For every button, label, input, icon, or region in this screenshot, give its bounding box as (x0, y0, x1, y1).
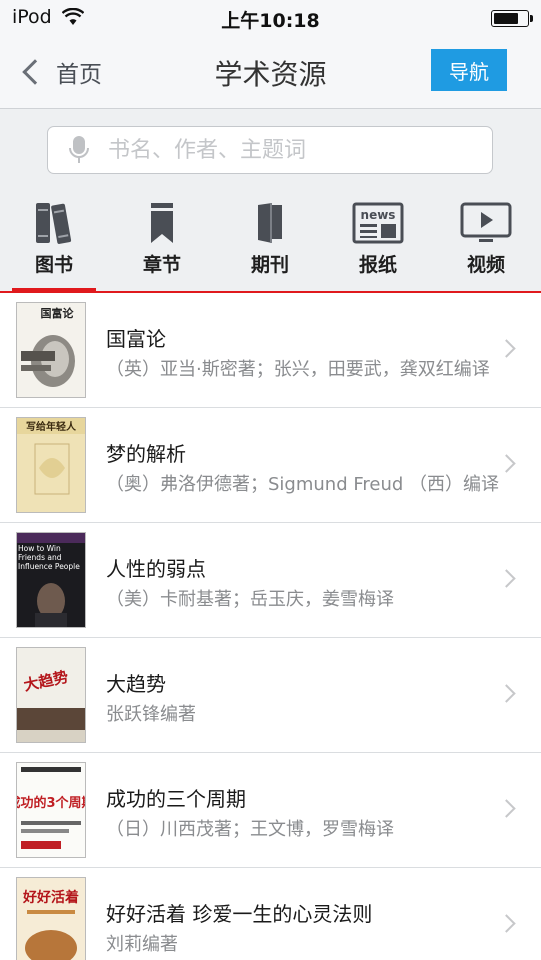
cover-text: 成功的3个周期 (17, 795, 85, 811)
list-item[interactable]: 成功的3个周期 成功的三个周期 （日）川西茂著；王文博，罗雪梅译 (0, 753, 541, 868)
list-item[interactable]: 大趋势 大趋势 张跃锋编著 (0, 638, 541, 753)
book-cover: How to Win Friends and Influence People (16, 532, 86, 628)
book-author: （美）卡耐基著；岳玉庆，姜雪梅译 (106, 589, 394, 610)
search-box[interactable] (47, 126, 493, 174)
cover-text: 好好活着 (22, 889, 79, 906)
book-title: 梦的解析 (106, 442, 186, 466)
cover-text: 国富论 (41, 306, 75, 320)
book-author: 张跃锋编著 (106, 704, 196, 725)
tab-chapters-label: 章节 (142, 254, 181, 276)
newspaper-icon: news (324, 201, 432, 245)
journal-icon (216, 201, 324, 245)
cover-text: How to Win Friends and Influence People (18, 544, 80, 571)
list-item[interactable]: 国富论 国富论 （英）亚当·斯密著；张兴，田要武，龚双红编译 (0, 293, 541, 408)
tab-books-label: 图书 (34, 254, 73, 276)
active-tab-indicator (12, 288, 96, 291)
book-title: 好好活着 珍爱一生的心灵法则 (106, 902, 373, 926)
book-cover: 成功的3个周期 (16, 762, 86, 858)
tab-chapters[interactable]: 章节 (108, 201, 216, 281)
video-icon (432, 201, 540, 245)
category-tabs: 图书 章节 期刊 news 报纸 视频 (0, 191, 541, 293)
book-title: 国富论 (106, 327, 166, 351)
tab-videos-label: 视频 (466, 254, 505, 276)
book-cover: 大趋势 (16, 647, 86, 743)
tab-journals[interactable]: 期刊 (216, 201, 324, 281)
tab-newspapers-label: 报纸 (358, 254, 397, 276)
tab-newspapers[interactable]: news 报纸 (324, 201, 432, 281)
cover-text: 写给年轻人 (26, 420, 77, 433)
navigation-button[interactable]: 导航 (431, 49, 507, 91)
search-input[interactable] (106, 134, 480, 166)
status-bar: iPod 上午10:18 (0, 0, 541, 36)
tab-videos[interactable]: 视频 (432, 201, 540, 281)
book-title: 人性的弱点 (106, 557, 206, 581)
navigation-bar: 首页 学术资源 导航 (0, 36, 541, 109)
status-time: 上午10:18 (221, 10, 320, 32)
book-author: 刘莉编著 (106, 934, 178, 955)
book-title: 大趋势 (106, 672, 166, 696)
book-author: （奥）弗洛伊德著；Sigmund Freud （西）编译 (106, 474, 500, 495)
list-item[interactable]: 写给年轻人 梦的解析 （奥）弗洛伊德著；Sigmund Freud （西）编译 (0, 408, 541, 523)
newspaper-icon-text: news (361, 208, 396, 222)
book-list: 国富论 国富论 （英）亚当·斯密著；张兴，田要武，龚双红编译 写给年轻人 梦的解… (0, 293, 541, 960)
books-icon (0, 201, 108, 245)
book-title: 成功的三个周期 (106, 787, 246, 811)
list-item[interactable]: How to Win Friends and Influence People … (0, 523, 541, 638)
book-cover: 国富论 (16, 302, 86, 398)
battery-icon (491, 10, 533, 27)
tab-books[interactable]: 图书 (0, 201, 108, 281)
book-author: （英）亚当·斯密著；张兴，田要武，龚双红编译 (106, 359, 490, 380)
book-author: （日）川西茂著；王文博，罗雪梅译 (106, 819, 394, 840)
book-cover: 写给年轻人 (16, 417, 86, 513)
tab-journals-label: 期刊 (250, 254, 289, 276)
search-area (0, 109, 541, 191)
book-cover: 好好活着 (16, 877, 86, 960)
list-item[interactable]: 好好活着 好好活着 珍爱一生的心灵法则 刘莉编著 (0, 868, 541, 960)
microphone-icon[interactable] (68, 135, 90, 169)
bookmark-icon (108, 201, 216, 245)
